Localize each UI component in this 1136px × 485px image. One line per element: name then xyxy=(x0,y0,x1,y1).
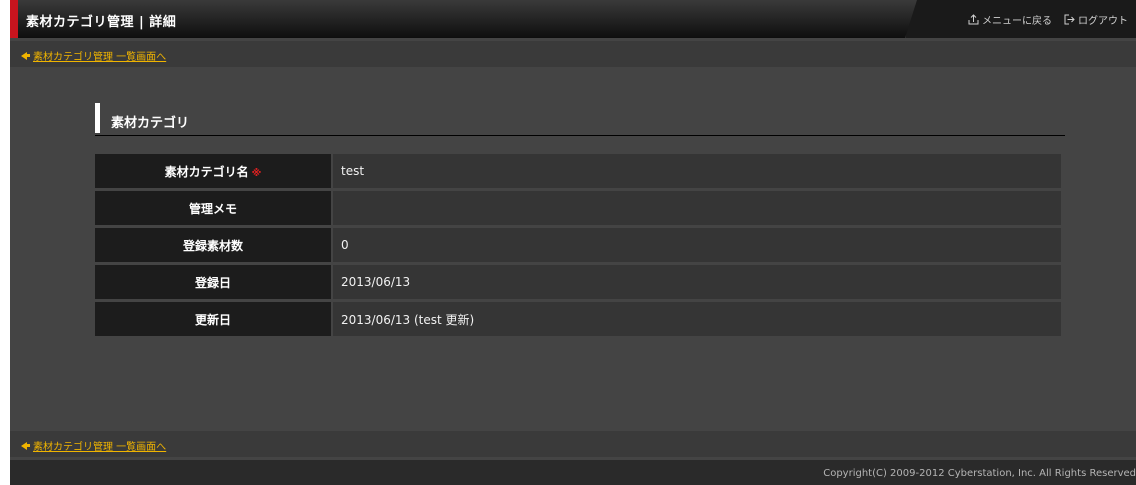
table-row: 登録素材数 0 xyxy=(95,228,1061,262)
header-bar: 素材カテゴリ管理 | 詳細 メニューに戻る ログアウト xyxy=(10,0,1136,38)
section-heading-bar xyxy=(95,103,100,133)
menu-return-label: メニューに戻る xyxy=(982,16,1052,27)
row-label-memo: 管理メモ xyxy=(95,191,333,225)
row-label-category-name: 素材カテゴリ名 ※ xyxy=(95,154,333,188)
logout-link[interactable]: ログアウト xyxy=(1064,12,1128,27)
menu-return-link[interactable]: メニューに戻る xyxy=(968,12,1052,27)
section-title: 素材カテゴリ xyxy=(111,116,190,131)
detail-table: 素材カテゴリ名 ※ test 管理メモ 登録素材数 0 登録日 2013/06/1… xyxy=(95,151,1061,339)
home-return-icon xyxy=(968,14,979,25)
back-nav-bottom: 素材カテゴリ管理 一覧画面へ xyxy=(10,431,1136,457)
row-value-registered-date: 2013/06/13 xyxy=(333,265,1061,299)
copyright-text: Copyright(C) 2009-2012 Cyberstation, Inc… xyxy=(823,468,1136,479)
back-to-list-label: 素材カテゴリ管理 一覧画面へ xyxy=(33,442,167,453)
back-to-list-link-top[interactable]: 素材カテゴリ管理 一覧画面へ xyxy=(21,48,166,63)
row-label-material-count: 登録素材数 xyxy=(95,228,333,262)
table-row: 管理メモ xyxy=(95,191,1061,225)
row-value-updated-date: 2013/06/13 (test 更新) xyxy=(333,302,1061,336)
logout-label: ログアウト xyxy=(1078,16,1128,27)
arrow-left-icon xyxy=(21,51,30,60)
arrow-left-icon xyxy=(21,441,30,450)
back-to-list-link-bottom[interactable]: 素材カテゴリ管理 一覧画面へ xyxy=(21,438,166,453)
row-label-registered-date: 登録日 xyxy=(95,265,333,299)
app-frame: 素材カテゴリ管理 | 詳細 メニューに戻る ログアウト 素材カテゴリ管理 一覧画… xyxy=(10,0,1136,485)
header-accent-stripe xyxy=(10,0,18,38)
logout-icon xyxy=(1064,14,1075,25)
back-nav-top: 素材カテゴリ管理 一覧画面へ xyxy=(10,41,1136,67)
table-row: 更新日 2013/06/13 (test 更新) xyxy=(95,302,1061,336)
row-value-memo xyxy=(333,191,1061,225)
row-value-material-count: 0 xyxy=(333,228,1061,262)
table-row: 登録日 2013/06/13 xyxy=(95,265,1061,299)
footer: Copyright(C) 2009-2012 Cyberstation, Inc… xyxy=(10,460,1136,485)
table-row: 素材カテゴリ名 ※ test xyxy=(95,154,1061,188)
back-to-list-label: 素材カテゴリ管理 一覧画面へ xyxy=(33,52,167,63)
required-mark: ※ xyxy=(251,167,262,179)
section-heading: 素材カテゴリ xyxy=(95,103,1065,136)
page-title: 素材カテゴリ管理 | 詳細 xyxy=(26,15,177,30)
row-label-updated-date: 更新日 xyxy=(95,302,333,336)
row-value-category-name: test xyxy=(333,154,1061,188)
header-links: メニューに戻る ログアウト xyxy=(968,12,1128,27)
